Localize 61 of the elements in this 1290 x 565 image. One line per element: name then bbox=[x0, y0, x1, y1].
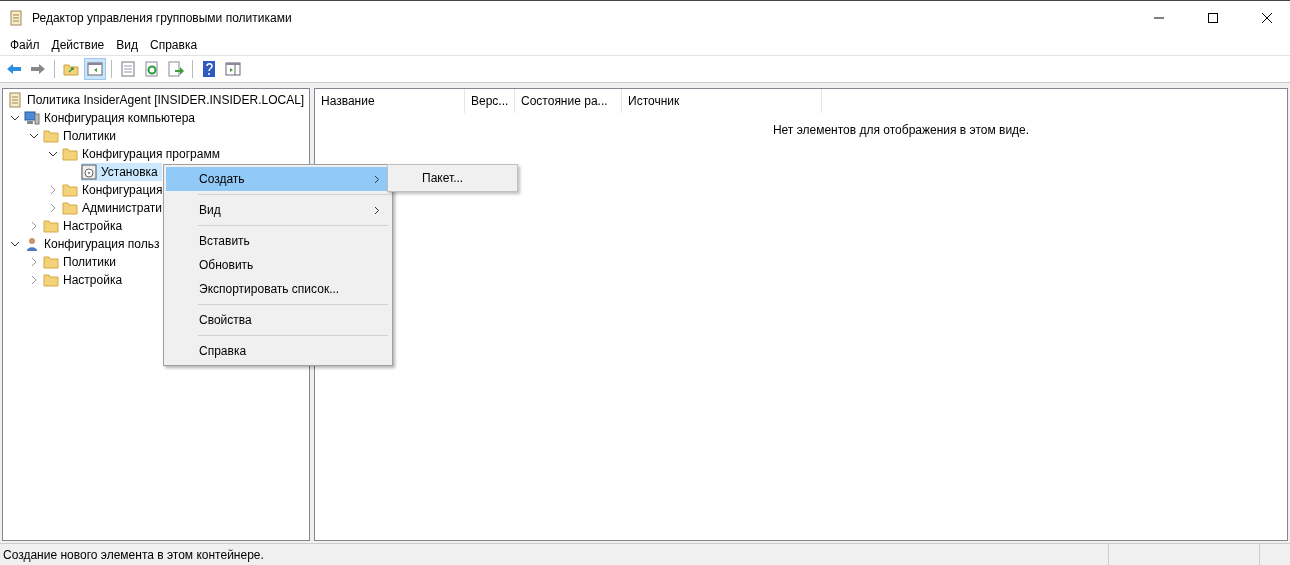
tree-item[interactable]: Политика InsiderAgent [INSIDER.INSIDER.LOCAL] bbox=[7, 91, 309, 109]
chevron-right-icon bbox=[374, 174, 380, 184]
menu-item[interactable]: Вид bbox=[110, 36, 144, 54]
tree-item[interactable]: Политики bbox=[43, 127, 120, 145]
menu-item[interactable]: Вставить bbox=[166, 229, 390, 253]
folder-up-icon bbox=[63, 61, 79, 77]
menu-item[interactable]: Файл bbox=[4, 36, 46, 54]
status-text: Создание нового элемента в этом контейнере. bbox=[2, 546, 265, 564]
tree-item[interactable]: Настройка bbox=[43, 217, 127, 235]
panel-icon bbox=[87, 61, 103, 77]
tree-item[interactable]: Администрати bbox=[62, 199, 167, 217]
close-icon bbox=[1262, 13, 1272, 23]
chevron-down-icon[interactable] bbox=[28, 131, 39, 141]
maximize-icon bbox=[1208, 13, 1218, 23]
refresh-icon bbox=[144, 61, 160, 77]
chevron-down-icon[interactable] bbox=[9, 239, 20, 249]
column-header[interactable]: Состояние ра... bbox=[515, 89, 622, 113]
window-title: Редактор управления групповыми политиками bbox=[32, 11, 293, 25]
menu-item[interactable]: Справка bbox=[166, 339, 390, 363]
menu-item[interactable]: Пакет... bbox=[387, 164, 518, 192]
column-header[interactable]: Источник bbox=[622, 89, 822, 113]
tree-item[interactable]: Установка bbox=[81, 163, 162, 181]
toolbar-button[interactable] bbox=[165, 58, 187, 80]
folder-icon bbox=[62, 146, 78, 162]
column-header[interactable]: Верс... bbox=[465, 89, 515, 113]
folder-icon bbox=[43, 218, 59, 234]
menu-item[interactable]: Вид bbox=[166, 198, 390, 222]
installer-icon bbox=[81, 164, 97, 180]
panel-icon bbox=[225, 61, 241, 77]
tree-item[interactable]: Конфигурация bbox=[62, 181, 167, 199]
tree-item[interactable]: Конфигурация программ bbox=[62, 145, 224, 163]
menu-item[interactable]: Справка bbox=[144, 36, 204, 54]
export-icon bbox=[168, 61, 184, 77]
forward-arrow-icon bbox=[30, 61, 46, 77]
tree-item[interactable]: Конфигурация польз bbox=[24, 235, 164, 253]
chevron-right-icon bbox=[374, 205, 380, 215]
tree-item[interactable]: Политики bbox=[43, 253, 120, 271]
empty-message: Нет элементов для отображения в этом виде. bbox=[772, 123, 1030, 137]
menu-item[interactable]: Свойства bbox=[166, 308, 390, 332]
column-header[interactable]: Название bbox=[315, 89, 465, 113]
tree-item[interactable]: Настройка bbox=[43, 271, 127, 289]
menu-item[interactable]: Создать bbox=[166, 167, 390, 191]
help-icon bbox=[201, 61, 217, 77]
chevron-down-icon[interactable] bbox=[9, 113, 20, 123]
menu-item[interactable]: Обновить bbox=[166, 253, 390, 277]
scroll-icon bbox=[8, 10, 24, 26]
properties-icon bbox=[120, 61, 136, 77]
menu-item[interactable]: Действие bbox=[45, 36, 111, 54]
toolbar-button[interactable] bbox=[84, 58, 106, 80]
menu-item[interactable]: Экспортировать список... bbox=[166, 277, 390, 301]
tree-item[interactable]: Конфигурация компьютера bbox=[24, 109, 200, 127]
folder-icon bbox=[43, 254, 59, 270]
folder-icon bbox=[62, 200, 78, 216]
folder-icon bbox=[43, 128, 59, 144]
back-arrow-icon bbox=[6, 61, 22, 77]
user-icon bbox=[24, 236, 40, 252]
folder-icon bbox=[62, 182, 78, 198]
scroll-icon bbox=[7, 92, 23, 108]
computer-icon bbox=[24, 110, 40, 126]
folder-icon bbox=[43, 272, 59, 288]
chevron-down-icon[interactable] bbox=[47, 149, 58, 159]
